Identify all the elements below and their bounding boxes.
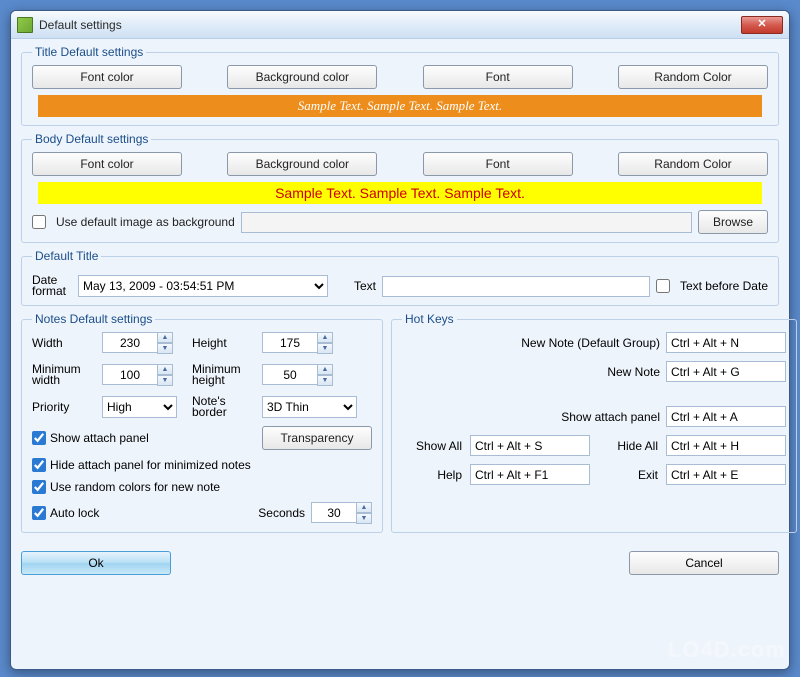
dialog-window: Default settings ✕ Title Default setting… [10, 10, 790, 670]
seconds-label: Seconds [258, 506, 305, 520]
window-title: Default settings [39, 18, 741, 32]
width-input[interactable] [102, 332, 157, 353]
default-title-group: Default Title Date format May 13, 2009 -… [21, 249, 779, 306]
title-font-button[interactable]: Font [423, 65, 573, 89]
hk-help-input[interactable] [470, 464, 590, 485]
spin-down-icon[interactable]: ▼ [317, 343, 333, 354]
min-width-input[interactable] [102, 364, 157, 385]
spin-down-icon[interactable]: ▼ [356, 513, 372, 524]
min-height-label: Minimum height [192, 364, 262, 386]
use-default-image-label: Use default image as background [56, 215, 235, 229]
hk-show-all-input[interactable] [470, 435, 590, 456]
priority-select[interactable]: High [102, 396, 177, 418]
hk-show-attach-label: Show attach panel [402, 410, 660, 424]
title-font-color-button[interactable]: Font color [32, 65, 182, 89]
body-defaults-legend: Body Default settings [32, 132, 151, 146]
title-sample-preview: Sample Text. Sample Text. Sample Text. [38, 95, 762, 117]
priority-label: Priority [32, 400, 102, 414]
cancel-button[interactable]: Cancel [629, 551, 779, 575]
seconds-input[interactable] [311, 502, 356, 523]
random-colors-checkbox[interactable] [32, 480, 46, 494]
hk-new-note-input[interactable] [666, 361, 786, 382]
spin-down-icon[interactable]: ▼ [157, 343, 173, 354]
transparency-button[interactable]: Transparency [262, 426, 372, 450]
spin-down-icon[interactable]: ▼ [317, 375, 333, 386]
hk-hide-all-label: Hide All [598, 439, 658, 453]
browse-button[interactable]: Browse [698, 210, 768, 234]
height-spinner[interactable]: ▲▼ [262, 332, 372, 354]
title-defaults-group: Title Default settings Font color Backgr… [21, 45, 779, 126]
text-label: Text [354, 279, 376, 293]
spin-down-icon[interactable]: ▼ [157, 375, 173, 386]
hk-show-all-label: Show All [402, 439, 462, 453]
spin-up-icon[interactable]: ▲ [157, 364, 173, 375]
spin-up-icon[interactable]: ▲ [317, 364, 333, 375]
title-defaults-legend: Title Default settings [32, 45, 146, 59]
hide-attach-panel-checkbox[interactable] [32, 458, 46, 472]
default-title-legend: Default Title [32, 249, 101, 263]
hk-new-note-default-input[interactable] [666, 332, 786, 353]
date-format-select[interactable]: May 13, 2009 - 03:54:51 PM [78, 275, 328, 297]
hide-attach-panel-label: Hide attach panel for minimized notes [50, 458, 251, 472]
height-label: Height [192, 336, 262, 350]
background-image-path-input [241, 212, 692, 233]
title-background-color-button[interactable]: Background color [227, 65, 377, 89]
min-width-spinner[interactable]: ▲▼ [102, 364, 192, 386]
random-colors-label: Use random colors for new note [50, 480, 220, 494]
width-spinner[interactable]: ▲▼ [102, 332, 192, 354]
border-label: Note's border [192, 396, 262, 418]
close-button[interactable]: ✕ [741, 16, 783, 34]
hk-hide-all-input[interactable] [666, 435, 786, 456]
spin-up-icon[interactable]: ▲ [157, 332, 173, 343]
body-font-color-button[interactable]: Font color [32, 152, 182, 176]
body-defaults-group: Body Default settings Font color Backgro… [21, 132, 779, 243]
hk-exit-input[interactable] [666, 464, 786, 485]
hotkeys-legend: Hot Keys [402, 312, 457, 326]
hk-help-label: Help [402, 468, 462, 482]
use-default-image-checkbox[interactable] [32, 215, 46, 229]
notes-defaults-legend: Notes Default settings [32, 312, 155, 326]
ok-button[interactable]: Ok [21, 551, 171, 575]
body-background-color-button[interactable]: Background color [227, 152, 377, 176]
notes-defaults-group: Notes Default settings Width ▲▼ Height ▲… [21, 312, 383, 533]
min-height-input[interactable] [262, 364, 317, 385]
show-attach-panel-label: Show attach panel [50, 431, 149, 445]
body-sample-preview: Sample Text. Sample Text. Sample Text. [38, 182, 762, 204]
show-attach-panel-checkbox[interactable] [32, 431, 46, 445]
body-random-color-button[interactable]: Random Color [618, 152, 768, 176]
app-icon [17, 17, 33, 33]
default-title-text-input[interactable] [382, 276, 650, 297]
auto-lock-checkbox[interactable] [32, 506, 46, 520]
hk-new-note-label: New Note [402, 365, 660, 379]
height-input[interactable] [262, 332, 317, 353]
border-select[interactable]: 3D Thin [262, 396, 357, 418]
spin-up-icon[interactable]: ▲ [317, 332, 333, 343]
text-before-date-label: Text before Date [680, 279, 768, 293]
min-width-label: Minimum width [32, 364, 102, 386]
hk-new-note-default-label: New Note (Default Group) [402, 336, 660, 350]
auto-lock-label: Auto lock [50, 506, 99, 520]
title-random-color-button[interactable]: Random Color [618, 65, 768, 89]
text-before-date-checkbox[interactable] [656, 279, 670, 293]
width-label: Width [32, 336, 102, 350]
seconds-spinner[interactable]: ▲▼ [311, 502, 372, 524]
body-font-button[interactable]: Font [423, 152, 573, 176]
titlebar[interactable]: Default settings ✕ [11, 11, 789, 39]
hotkeys-group: Hot Keys New Note (Default Group) New No… [391, 312, 797, 533]
date-format-label: Date format [32, 275, 72, 297]
min-height-spinner[interactable]: ▲▼ [262, 364, 372, 386]
spin-up-icon[interactable]: ▲ [356, 502, 372, 513]
hk-show-attach-input[interactable] [666, 406, 786, 427]
hk-exit-label: Exit [598, 468, 658, 482]
